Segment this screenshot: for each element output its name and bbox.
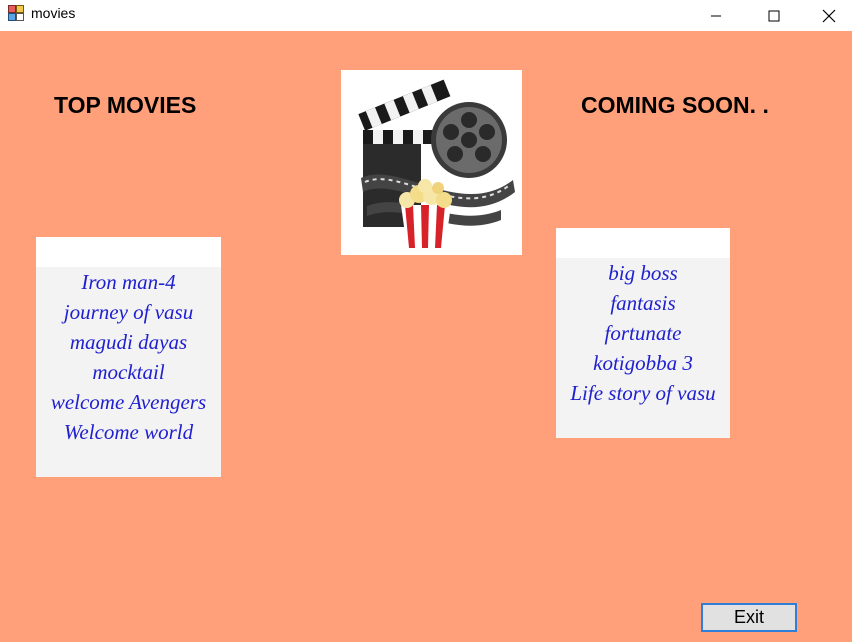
close-button[interactable] [806,0,852,31]
top-movies-list: Iron man-4 journey of vasu magudi dayas moc… [36,267,221,447]
coming-soon-listbox[interactable]: big boss fantasis fortunate kotigobba 3 Life… [556,228,730,438]
list-item[interactable]: journey of vasu [36,297,221,327]
maximize-icon [768,10,780,22]
list-item[interactable]: fortunate [556,318,730,348]
coming-soon-list: big boss fantasis fortunate kotigobba 3 Life… [556,258,730,408]
top-movies-listbox[interactable]: Iron man-4 journey of vasu magudi dayas moc… [36,237,221,477]
list-item[interactable]: Life story of vasu [556,378,730,408]
minimize-icon [710,10,722,22]
app-window-icon [8,5,24,21]
coming-soon-heading: COMING SOON. . [581,92,769,118]
exit-button[interactable]: Exit [701,603,797,632]
list-item[interactable]: big boss [556,258,730,288]
listbox-header-strip [36,237,221,267]
minimize-button[interactable] [693,0,739,31]
close-icon [822,9,836,23]
list-item[interactable]: mocktail [36,357,221,387]
listbox-header-strip [556,228,730,258]
maximize-button[interactable] [751,0,797,31]
window-title: movies [31,5,76,21]
list-item[interactable]: kotigobba 3 [556,348,730,378]
list-item[interactable]: Welcome world [36,417,221,447]
top-movies-heading: TOP MOVIES [54,92,197,118]
movie-poster-image [341,70,522,255]
list-item[interactable]: Iron man-4 [36,267,221,297]
list-item[interactable]: fantasis [556,288,730,318]
movie-clapperboard-popcorn-icon [341,79,522,259]
main-window: movies TOP MOVIES COMING SOON. . Iron ma… [0,0,852,642]
list-item[interactable]: magudi dayas [36,327,221,357]
list-item[interactable]: welcome Avengers [36,387,221,417]
title-bar: movies [0,0,852,31]
